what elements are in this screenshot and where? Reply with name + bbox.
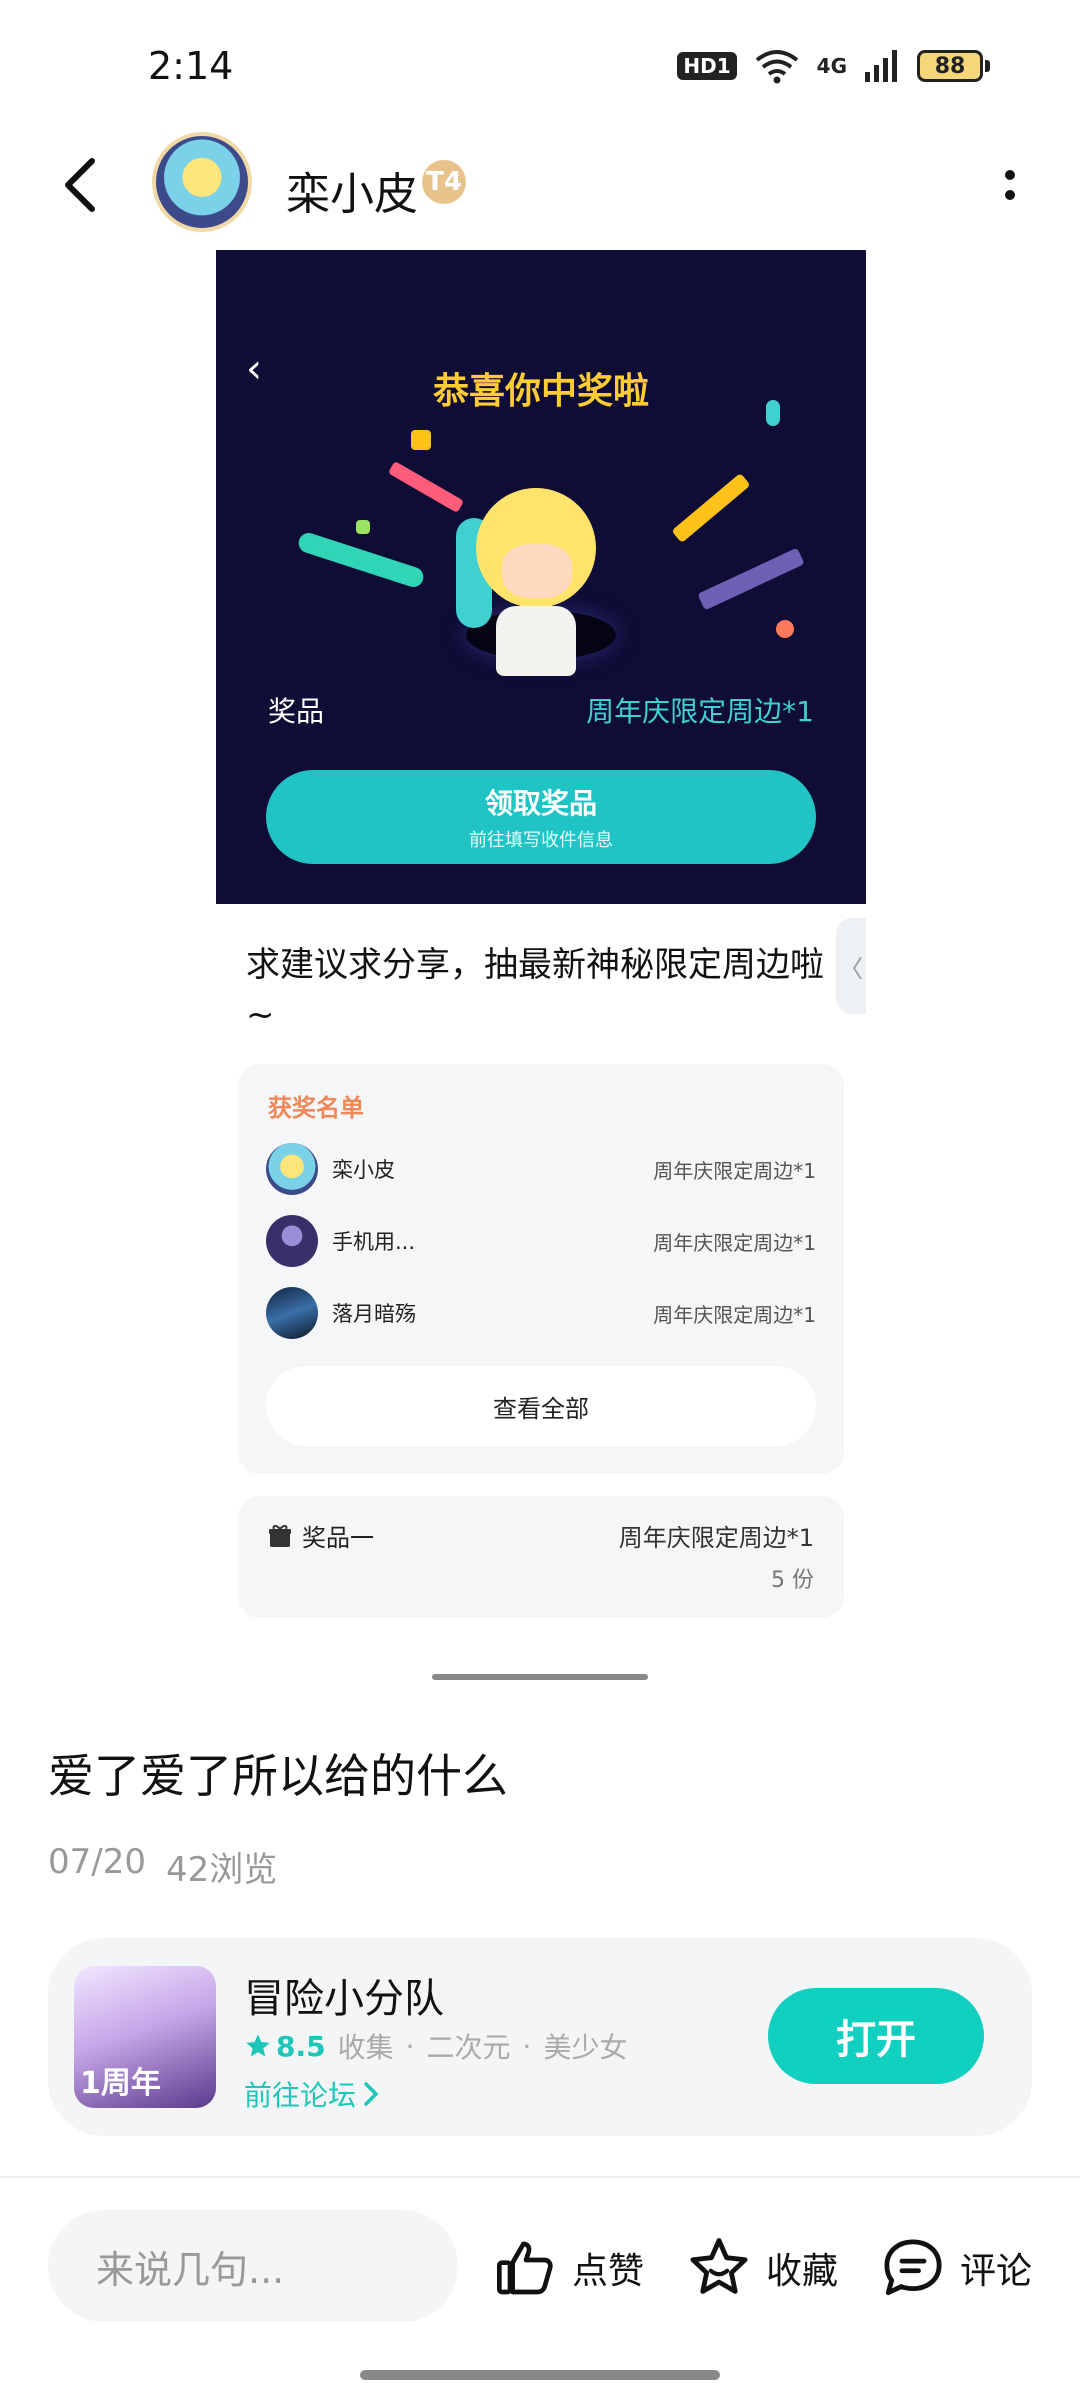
status-time: 2:14 xyxy=(148,44,234,88)
gift-icon xyxy=(269,1525,291,1547)
top-header: 栾小皮 T4 xyxy=(0,130,1080,240)
chevron-right-icon xyxy=(364,2082,379,2106)
prize-item-count: 5 份 xyxy=(771,1568,814,1593)
confetti-decoration xyxy=(697,547,805,611)
favorite-button[interactable]: 收藏 xyxy=(686,2228,838,2308)
winner-avatar xyxy=(266,1215,318,1267)
battery-icon: 88 xyxy=(917,50,990,82)
comment-label: 评论 xyxy=(960,2251,1033,2292)
hd-icon: HD1 xyxy=(677,52,737,80)
more-dot-icon xyxy=(1005,170,1015,180)
app-tags: 8.5 收集 · 二次元 · 美少女 xyxy=(244,2026,627,2066)
signal-icon xyxy=(865,50,897,82)
back-button[interactable] xyxy=(50,150,110,220)
confetti-decoration xyxy=(296,530,426,590)
post-views: 42浏览 xyxy=(165,1850,278,1890)
status-bar: 2:14 HD1 4G 88 xyxy=(0,0,1080,130)
side-handle: 〈 xyxy=(836,918,866,1014)
winner-avatar xyxy=(266,1287,318,1339)
user-name[interactable]: 栾小皮 xyxy=(286,158,418,222)
open-app-button[interactable]: 打开 xyxy=(768,1988,984,2084)
app-rating-value: 8.5 xyxy=(276,2029,326,2063)
wifi-icon xyxy=(755,50,798,84)
winner-row: 栾小皮 周年庆限定周边*1 xyxy=(266,1142,816,1196)
confetti-decoration xyxy=(766,400,780,426)
network-type-label: 4G xyxy=(816,54,847,78)
star-icon xyxy=(246,2034,270,2057)
app-card[interactable]: 1周年 冒险小分队 8.5 收集 · 二次元 · 美少女 前往论坛 打开 xyxy=(48,1938,1032,2136)
winner-name: 栾小皮 xyxy=(332,1158,395,1182)
favorite-label: 收藏 xyxy=(766,2251,839,2292)
mascot-illustration xyxy=(456,488,616,678)
comment-input[interactable]: 来说几句... xyxy=(48,2210,458,2322)
forum-link-label: 前往论坛 xyxy=(244,2079,357,2112)
image-scroll-indicator xyxy=(432,1674,648,1680)
chat-bubble-icon xyxy=(884,2239,942,2296)
more-dot-icon xyxy=(1005,190,1015,200)
post-image[interactable]: ‹ 恭喜你中奖啦 奖品 周年庆限定周边*1 领取奖品 前往填写收件信息 求建议求… xyxy=(216,250,866,1680)
winner-name: 落月暗殇 xyxy=(332,1302,416,1326)
confetti-decoration xyxy=(411,430,431,450)
app-tag: 二次元 xyxy=(426,2031,511,2064)
confetti-decoration xyxy=(387,460,465,514)
app-tag: 收集 xyxy=(337,2031,394,2064)
app-icon[interactable]: 1周年 xyxy=(74,1966,216,2108)
level-badge: T4 xyxy=(422,160,466,204)
confetti-decoration xyxy=(671,472,751,544)
prize-item-card: 奖品一 周年庆限定周边*1 5 份 xyxy=(238,1496,844,1618)
winner-prize: 周年庆限定周边*1 xyxy=(653,1302,816,1327)
post-date: 07/20 xyxy=(48,1842,146,1882)
home-indicator xyxy=(360,2370,720,2380)
star-outline-icon xyxy=(690,2238,748,2294)
app-icon-badge: 1周年 xyxy=(80,2066,161,2101)
app-rating: 8.5 xyxy=(244,2030,326,2063)
winner-row: 手机用... 周年庆限定周边*1 xyxy=(266,1214,816,1268)
prize-panel: ‹ 恭喜你中奖啦 奖品 周年庆限定周边*1 领取奖品 前往填写收件信息 xyxy=(216,250,866,904)
winners-title: 获奖名单 xyxy=(268,1094,364,1122)
tag-separator: · xyxy=(522,2029,532,2063)
like-button[interactable]: 点赞 xyxy=(494,2228,644,2308)
view-all-button: 查看全部 xyxy=(266,1366,816,1446)
battery-level: 88 xyxy=(917,50,983,82)
prize-label: 奖品 xyxy=(268,695,325,728)
winner-prize: 周年庆限定周边*1 xyxy=(653,1230,816,1255)
bottom-divider xyxy=(0,2176,1080,2178)
lottery-description: 求建议求分享，抽最新神秘限定周边啦~ xyxy=(246,945,824,1035)
winner-avatar xyxy=(266,1143,318,1195)
claim-prize-label: 领取奖品 xyxy=(484,787,597,820)
prize-item-name: 奖品一 xyxy=(302,1524,374,1552)
prize-item-value: 周年庆限定周边*1 xyxy=(618,1524,814,1552)
post-meta: 07/20 42浏览 xyxy=(48,1842,277,1891)
app-name[interactable]: 冒险小分队 xyxy=(244,1966,444,2024)
claim-prize-sublabel: 前往填写收件信息 xyxy=(469,830,613,851)
more-options-button[interactable] xyxy=(990,160,1030,210)
prize-value: 周年庆限定周边*1 xyxy=(586,695,814,728)
status-icons: HD1 4G 88 xyxy=(677,48,990,84)
winner-prize: 周年庆限定周边*1 xyxy=(653,1158,816,1183)
winner-row: 落月暗殇 周年庆限定周边*1 xyxy=(266,1286,816,1340)
forum-link[interactable]: 前往论坛 xyxy=(244,2074,380,2114)
winners-list: 获奖名单 栾小皮 周年庆限定周边*1 手机用... 周年庆限定周边*1 落月暗殇… xyxy=(238,1064,844,1474)
confetti-decoration xyxy=(776,620,794,638)
claim-prize-button: 领取奖品 前往填写收件信息 xyxy=(266,770,816,864)
thumbs-up-icon xyxy=(497,2241,553,2295)
like-label: 点赞 xyxy=(572,2251,645,2292)
tag-separator: · xyxy=(405,2029,415,2063)
app-tag: 美少女 xyxy=(543,2031,628,2064)
chevron-left-icon xyxy=(65,158,95,212)
winner-name: 手机用... xyxy=(332,1230,416,1254)
user-avatar[interactable] xyxy=(152,132,252,232)
confetti-decoration xyxy=(356,520,370,534)
comment-button[interactable]: 评论 xyxy=(880,2228,1032,2308)
post-title: 爱了爱了所以给的什么 xyxy=(48,1749,508,1803)
